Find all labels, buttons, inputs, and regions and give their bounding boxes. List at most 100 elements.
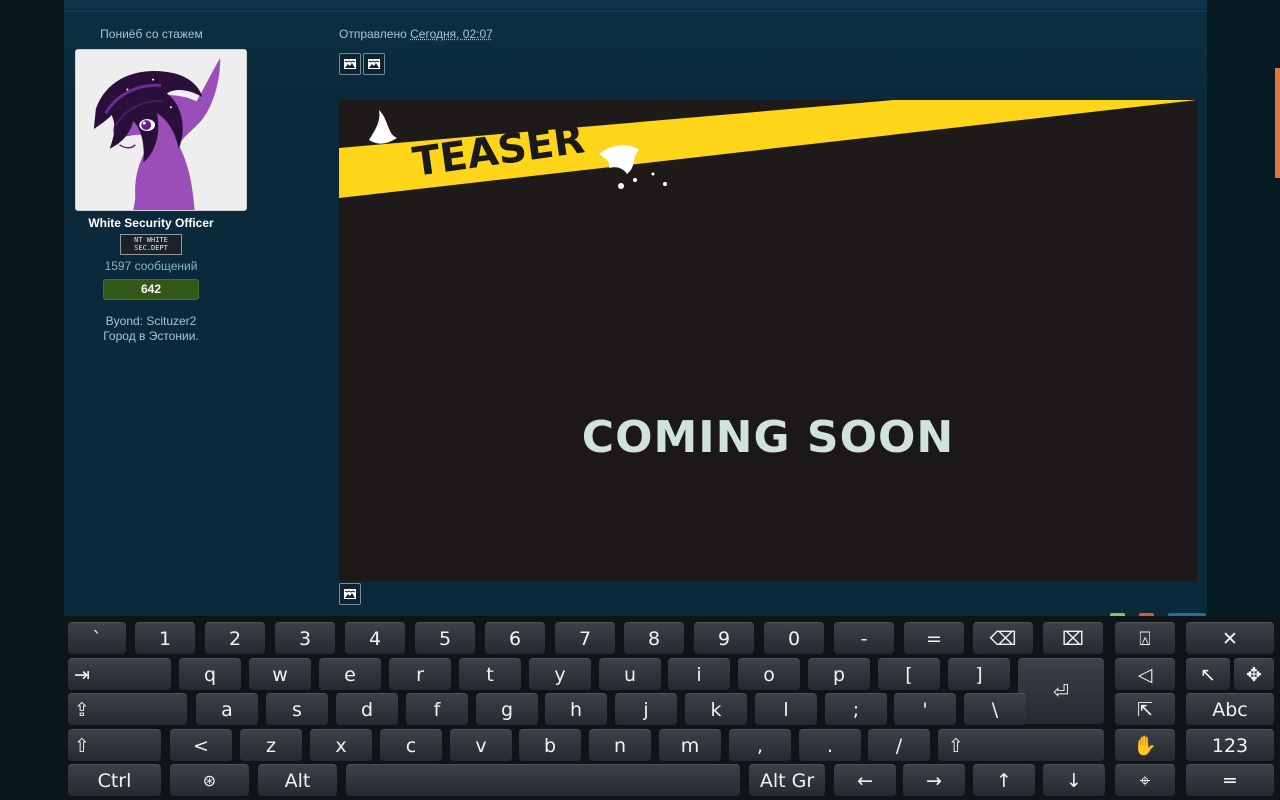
key-settings[interactable]: ═	[1186, 764, 1274, 796]
key-backspace[interactable]: ⌫	[973, 622, 1033, 654]
key-r[interactable]: r	[389, 658, 451, 690]
key-backtick[interactable]: `	[68, 622, 126, 654]
key-w[interactable]: w	[249, 658, 311, 690]
forum-topbar	[64, 0, 1207, 12]
key-arrow-right[interactable]: →	[903, 764, 965, 796]
key-quote[interactable]: '	[894, 693, 956, 725]
key-super[interactable]: ⊛	[170, 764, 249, 796]
key-dwell-click[interactable]: ⌖	[1115, 764, 1175, 796]
key-drag[interactable]: ✋	[1115, 729, 1175, 761]
user-rank: White Security Officer	[88, 216, 214, 230]
key-h[interactable]: h	[545, 693, 607, 725]
click-timer-icon: ⌖	[1139, 769, 1151, 792]
key-t[interactable]: t	[459, 658, 521, 690]
key-caps-lock[interactable]: ⇪	[68, 693, 187, 725]
teaser-banner: TEASER	[339, 100, 1197, 582]
key-g[interactable]: g	[476, 693, 538, 725]
key-x[interactable]: x	[310, 729, 372, 761]
key-j[interactable]: j	[615, 693, 677, 725]
key-minus[interactable]: -	[834, 622, 894, 654]
key-1[interactable]: 1	[135, 622, 195, 654]
key-tab[interactable]: ⇥	[68, 658, 171, 690]
key-s[interactable]: s	[266, 693, 328, 725]
key-backslash[interactable]: \	[964, 693, 1026, 725]
key-arrow-down[interactable]: ↓	[1043, 764, 1105, 796]
key-o[interactable]: o	[738, 658, 800, 690]
key-i[interactable]: i	[668, 658, 730, 690]
post-tool-button-3[interactable]	[339, 583, 361, 605]
key-9[interactable]: 9	[694, 622, 754, 654]
key-bracket-right[interactable]: ]	[948, 658, 1010, 690]
key-slash[interactable]: /	[868, 729, 930, 761]
key-shift-right[interactable]: ⇧	[938, 729, 1104, 761]
byond-id: Byond: Scituzer2	[105, 314, 197, 328]
post-tool-button-2[interactable]	[363, 53, 385, 75]
key-arrow-up[interactable]: ↑	[973, 764, 1035, 796]
post-count-link[interactable]: 1597 сообщений	[64, 259, 238, 273]
key-equals[interactable]: =	[904, 622, 964, 654]
shift-icon: ⇧	[948, 734, 964, 757]
key-c[interactable]: c	[380, 729, 442, 761]
key-space[interactable]	[346, 764, 740, 796]
key-alt[interactable]: Alt	[258, 764, 337, 796]
key-abc-layout[interactable]: Abc	[1186, 693, 1274, 725]
key-comma[interactable]: ,	[729, 729, 791, 761]
key-v[interactable]: v	[450, 729, 512, 761]
key-4[interactable]: 4	[345, 622, 405, 654]
key-b[interactable]: b	[519, 729, 581, 761]
key-semicolon[interactable]: ;	[825, 693, 887, 725]
select-pointer-icon: ⇱	[1137, 698, 1153, 721]
key-a[interactable]: a	[196, 693, 258, 725]
key-d[interactable]: d	[336, 693, 398, 725]
coming-soon-text: COMING SOON	[339, 412, 1197, 463]
key-0[interactable]: 0	[764, 622, 824, 654]
scroll-position-marker[interactable]	[1275, 68, 1280, 178]
key-move-keyboard[interactable]: ✥	[1234, 658, 1274, 690]
key-5[interactable]: 5	[415, 622, 475, 654]
on-screen-keyboard: ` 1 2 3 4 5 6 7 8 9 0 - = ⌫ ⌧ ⍓ ✕ ⇥ q w …	[62, 616, 1280, 800]
key-select[interactable]: ⇱	[1115, 693, 1175, 725]
key-8[interactable]: 8	[624, 622, 684, 654]
post-tool-button-1[interactable]	[339, 53, 361, 75]
key-u[interactable]: u	[599, 658, 661, 690]
key-m[interactable]: m	[659, 729, 721, 761]
key-arrow-left[interactable]: ←	[834, 764, 896, 796]
key-k[interactable]: k	[685, 693, 747, 725]
teaser-image[interactable]: TEASER COMING SOON	[339, 100, 1197, 582]
image-icon	[344, 589, 356, 599]
key-3[interactable]: 3	[275, 622, 335, 654]
arrow-up-outline-icon: ⍓	[1139, 627, 1151, 650]
posted-date[interactable]: Сегодня, 02:07	[410, 27, 493, 41]
key-close-keyboard[interactable]: ✕	[1186, 622, 1274, 654]
delete-icon: ⌧	[1062, 627, 1084, 650]
page-left-margin	[0, 0, 64, 800]
user-avatar[interactable]	[75, 49, 247, 211]
key-ctrl[interactable]: Ctrl	[68, 764, 161, 796]
key-p[interactable]: p	[808, 658, 870, 690]
key-e[interactable]: e	[319, 658, 381, 690]
key-f[interactable]: f	[406, 693, 468, 725]
backspace-icon: ⌫	[989, 627, 1017, 650]
key-6[interactable]: 6	[485, 622, 545, 654]
key-delete[interactable]: ⌧	[1043, 622, 1103, 654]
key-period[interactable]: .	[799, 729, 861, 761]
image-icon	[368, 59, 380, 69]
key-z[interactable]: z	[240, 729, 302, 761]
key-bracket-left[interactable]: [	[878, 658, 940, 690]
key-q[interactable]: q	[179, 658, 241, 690]
key-less-than[interactable]: <	[170, 729, 232, 761]
key-123-layout[interactable]: 123	[1186, 729, 1274, 761]
key-enter[interactable]: ⏎	[1018, 658, 1104, 724]
reputation-badge: 642	[103, 279, 199, 300]
key-2[interactable]: 2	[205, 622, 265, 654]
key-7[interactable]: 7	[555, 622, 615, 654]
key-move-left[interactable]: ◁	[1115, 658, 1175, 690]
key-alt-gr[interactable]: Alt Gr	[749, 764, 825, 796]
key-pointer[interactable]: ↖	[1186, 658, 1230, 690]
menu-icon: ═	[1224, 769, 1236, 792]
key-l[interactable]: l	[755, 693, 817, 725]
key-shift-left[interactable]: ⇧	[68, 729, 161, 761]
key-y[interactable]: y	[529, 658, 591, 690]
key-move-up[interactable]: ⍓	[1115, 622, 1175, 654]
key-n[interactable]: n	[589, 729, 651, 761]
